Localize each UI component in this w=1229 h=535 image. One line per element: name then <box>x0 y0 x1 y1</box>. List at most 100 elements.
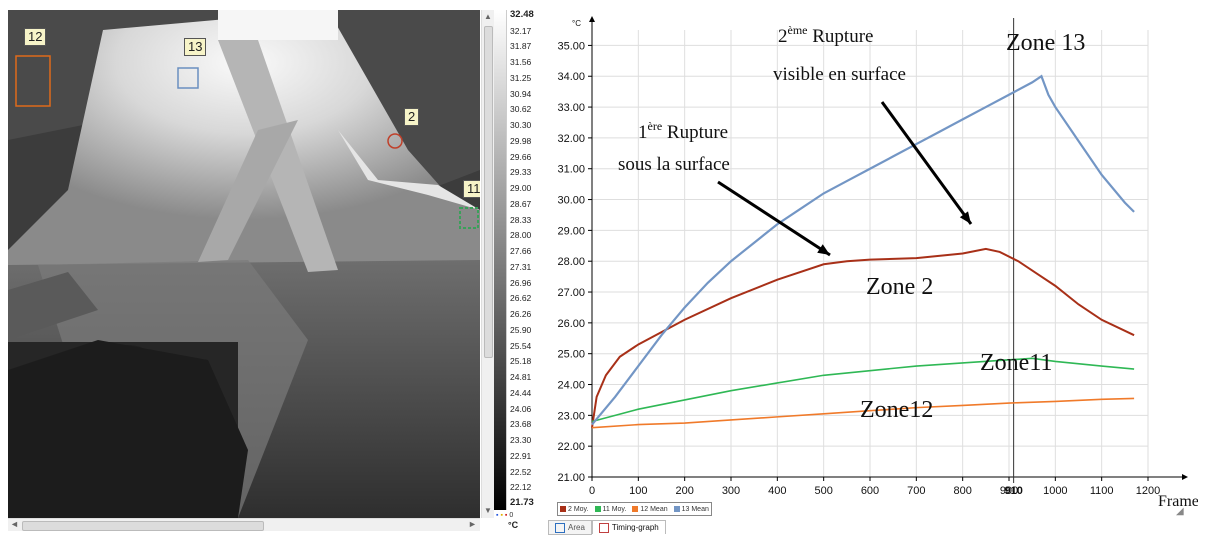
scroll-down-icon[interactable]: ▼ <box>484 506 492 515</box>
x-tick-label: 0 <box>589 485 595 497</box>
y-tick-label: 21.00 <box>557 472 585 484</box>
scale-label: 30.62 <box>510 104 532 115</box>
y-tick-label: 30.00 <box>557 195 585 207</box>
area-icon <box>555 522 565 533</box>
annotation-rupture1-line2: sous la surface <box>618 154 730 175</box>
legend-swatch <box>560 506 566 512</box>
y-tick-label: 33.00 <box>557 102 585 114</box>
x-tick-label: 200 <box>675 485 693 497</box>
scroll-thumb-horizontal[interactable] <box>22 521 264 531</box>
scale-label: 26.96 <box>510 277 532 288</box>
thermal-image <box>8 10 480 518</box>
legend-swatch <box>673 506 680 512</box>
x-tick-label: 600 <box>861 485 879 497</box>
annotation-arrow-2 <box>880 101 973 225</box>
y-axis-unit: °C <box>572 19 581 28</box>
y-tick-label: 31.00 <box>557 164 585 176</box>
scale-label: 22.52 <box>510 466 532 477</box>
legend-label: 11 Moy. <box>602 505 627 513</box>
y-tick-label: 28.00 <box>557 256 585 268</box>
scale-label: 32.48 <box>510 9 534 20</box>
legend-item: 13 Mean <box>673 506 709 513</box>
x-tick-label: 800 <box>953 485 971 497</box>
annotation-rupture2-line2: visible en surface <box>773 64 906 85</box>
zone-tag-12[interactable]: 12 <box>24 28 47 46</box>
annotation-arrow-1 <box>717 180 831 257</box>
scale-label: 29.33 <box>510 167 532 178</box>
legend-item: 11 Moy. <box>594 505 627 513</box>
legend-label: 2 Moy. <box>568 505 589 513</box>
scale-label: 22.91 <box>510 450 532 461</box>
scale-label: 30.30 <box>510 120 532 131</box>
annotation-superscript: ème <box>788 23 808 37</box>
resize-grip-icon[interactable]: ◢ <box>1176 506 1184 517</box>
y-tick-label: 27.00 <box>557 287 585 299</box>
scale-label: 26.26 <box>510 309 532 320</box>
x-tick-label: 1200 <box>1136 485 1160 497</box>
scale-label: 25.90 <box>510 324 532 335</box>
zone-tag-13[interactable]: 13 <box>184 38 207 56</box>
scale-label: 25.18 <box>510 356 532 367</box>
y-tick-label: 24.00 <box>557 380 585 392</box>
thermal-image-view[interactable]: 12 13 2 11 <box>8 10 480 518</box>
scale-label: 31.25 <box>510 72 532 83</box>
zone-label: Zone11 <box>980 350 1052 376</box>
annotation-text: Rupture <box>662 122 728 143</box>
scale-label: 23.30 <box>510 435 532 446</box>
scroll-up-icon[interactable]: ▲ <box>484 12 492 21</box>
tab-timing-graph[interactable]: Timing-graph <box>591 520 666 534</box>
annotation-prefix: 1 <box>638 122 648 143</box>
legend-swatch <box>594 506 601 512</box>
x-tick-label: 100 <box>629 485 647 497</box>
scale-label: 27.66 <box>510 246 532 257</box>
x-tick-label: 500 <box>814 485 832 497</box>
scale-label: 30.94 <box>510 88 532 99</box>
temperature-scale: 32.48 32.17 31.87 31.56 31.25 30.94 30.62 30.30… <box>506 10 543 510</box>
scale-label: 22.12 <box>510 482 532 493</box>
horizontal-scrollbar[interactable]: ◄ ► <box>8 518 480 531</box>
scale-label: 28.67 <box>510 198 532 209</box>
legend-swatch <box>632 506 639 512</box>
legend-label: 12 Mean <box>640 505 668 513</box>
annotation-rupture1-line1: 1ère Rupture <box>638 119 728 143</box>
scale-label: 28.33 <box>510 214 532 225</box>
scale-label: 27.31 <box>510 261 532 272</box>
scale-label: 25.54 <box>510 340 532 351</box>
annotation-text: Rupture <box>808 26 874 47</box>
scroll-right-icon[interactable]: ► <box>468 519 477 529</box>
y-tick-label: 34.00 <box>557 71 585 83</box>
scale-label: 28.00 <box>510 230 532 241</box>
app-window: 12 13 2 11 ◄ ► ▲ ▼ 32.48 32.17 31.87 31.56 3… <box>0 0 1229 535</box>
scale-label: 32.17 <box>510 25 532 36</box>
scroll-left-icon[interactable]: ◄ <box>10 519 19 529</box>
tab-area[interactable]: Area <box>548 520 592 535</box>
temperature-colorbar <box>494 10 506 510</box>
y-tick-label: 23.00 <box>557 410 585 422</box>
tab-area-label: Area <box>568 523 585 532</box>
scale-label: 24.06 <box>510 403 532 414</box>
scale-label: 29.66 <box>510 151 532 162</box>
zone-tag-11[interactable]: 11 <box>463 180 480 198</box>
palette-yellow-icon[interactable]: ▪ <box>500 512 502 519</box>
scale-label: 24.44 <box>510 387 532 398</box>
x-tick-label: 400 <box>768 485 786 497</box>
zone-label: Zone 13 <box>1006 30 1085 56</box>
zone-tag-2[interactable]: 2 <box>404 108 420 126</box>
scale-label: 31.56 <box>510 57 532 68</box>
bottom-tabs: Area Timing-graph <box>548 520 666 535</box>
graph-legend: 2 Moy. 11 Moy. 12 Mean 13 Mean <box>557 502 712 516</box>
x-tick-label: 1000 <box>1043 485 1067 497</box>
timing-graph-svg: 21.00 22.00 23.00 24.00 25.00 26.00 27.00 28.00… <box>557 16 1198 510</box>
x-tick-label: 1100 <box>1090 485 1114 497</box>
palette-red-icon[interactable]: ▪ <box>505 512 507 519</box>
timing-graph[interactable]: 21.00 22.00 23.00 24.00 25.00 26.00 27.00 28.00… <box>548 10 1198 510</box>
vertical-scrollbar[interactable]: ▲ ▼ <box>481 10 494 518</box>
legend-item: 12 Mean <box>632 505 668 513</box>
palette-selector[interactable]: ▪ ▪ ▪ 0 <box>496 512 542 520</box>
palette-blue-icon[interactable]: ▪ <box>496 512 498 519</box>
annotation-superscript: ère <box>648 119 663 133</box>
y-tick-label: 29.00 <box>557 225 585 237</box>
y-tick-label: 32.00 <box>557 133 585 145</box>
scroll-thumb-vertical[interactable] <box>484 26 493 358</box>
scale-label: 23.68 <box>510 419 532 430</box>
